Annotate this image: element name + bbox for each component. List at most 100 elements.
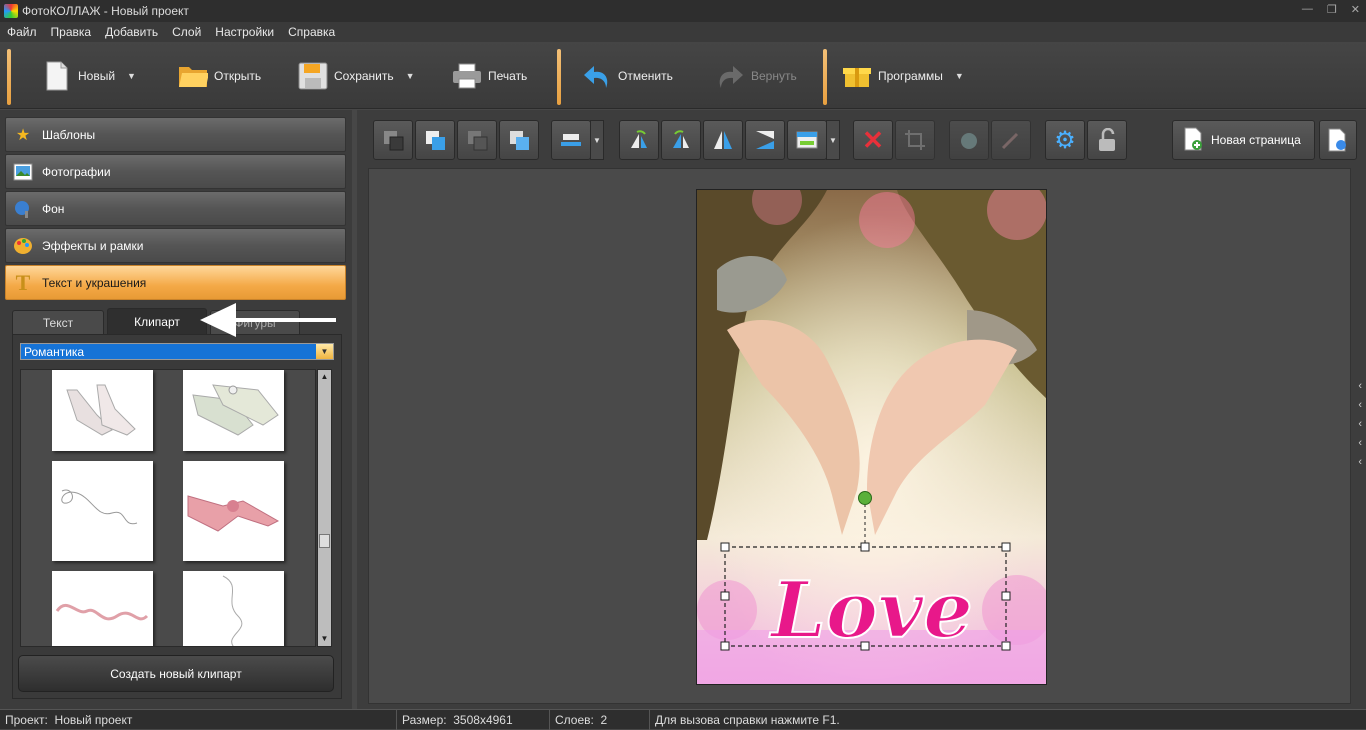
clipart-thumb-slippers[interactable] <box>183 370 284 451</box>
scroll-up-icon[interactable]: ▲ <box>318 370 331 384</box>
chevron-down-icon[interactable]: ▼ <box>406 71 415 81</box>
chevron-down-icon[interactable]: ▼ <box>590 120 604 160</box>
menu-layer[interactable]: Слой <box>172 25 201 39</box>
toolbar-separator <box>823 49 827 105</box>
send-backward-button[interactable] <box>457 120 497 160</box>
collage-photo[interactable]: Love <box>696 189 1047 685</box>
section-effects-frames[interactable]: Эффекты и рамки <box>5 228 346 263</box>
section-background[interactable]: Фон <box>5 191 346 226</box>
status-layers: Слоев: 2 <box>550 709 650 730</box>
main-toolbar: Новый ▼ Открыть Сохранить ▼ Печать Отмен… <box>0 42 1366 109</box>
status-size-label: Размер: <box>402 712 447 727</box>
fit-button[interactable] <box>787 120 827 160</box>
minimize-icon[interactable]: — <box>1302 3 1313 16</box>
section-templates[interactable]: ★ Шаблоны <box>5 117 346 152</box>
status-size-value: 3508x4961 <box>453 712 513 727</box>
status-project: Проект: Новый проект <box>0 709 397 730</box>
status-size: Размер: 3508x4961 <box>397 709 550 730</box>
gear-icon: ⚙ <box>1054 126 1076 154</box>
save-button[interactable]: Сохранить ▼ <box>298 52 415 100</box>
maximize-icon[interactable]: ❐ <box>1327 3 1337 16</box>
menu-add[interactable]: Добавить <box>105 25 158 39</box>
clipart-thumb-pink-bow[interactable] <box>183 461 284 561</box>
title-bar: ФотоКОЛЛАЖ - Новый проект — ❐ ✕ <box>0 0 1366 22</box>
new-button[interactable]: Новый ▼ <box>42 52 136 100</box>
chevron-down-icon[interactable]: ▼ <box>127 71 136 81</box>
printer-icon <box>452 61 482 91</box>
lock-button[interactable] <box>1087 120 1127 160</box>
menu-edit[interactable]: Правка <box>51 25 92 39</box>
chevron-down-icon[interactable]: ▼ <box>316 344 333 359</box>
redo-button[interactable]: Вернуть <box>715 52 797 100</box>
menu-bar: Файл Правка Добавить Слой Настройки Спра… <box>0 22 1366 42</box>
clipart-thumb-ribbon-sketch[interactable] <box>183 571 284 646</box>
programs-label: Программы <box>878 69 943 83</box>
tab-text[interactable]: Текст <box>12 310 104 334</box>
print-button[interactable]: Печать <box>452 52 527 100</box>
chevron-left-icon[interactable]: ‹ <box>1358 380 1362 392</box>
chevron-down-icon[interactable]: ▼ <box>955 71 964 81</box>
delete-x-icon: ✕ <box>862 124 884 155</box>
scroll-down-icon[interactable]: ▼ <box>318 632 331 646</box>
effects-button[interactable] <box>949 120 989 160</box>
flip-horizontal-button[interactable] <box>703 120 743 160</box>
open-label: Открыть <box>214 69 262 83</box>
clipart-thumb-pink-ribbon[interactable] <box>52 571 153 646</box>
gift-box-icon <box>842 61 872 91</box>
text-t-icon: T <box>15 269 31 295</box>
chevron-left-icon[interactable]: ‹ <box>1358 418 1362 430</box>
settings-button[interactable]: ⚙ <box>1045 120 1085 160</box>
new-page-button[interactable]: Новая страница <box>1172 120 1315 160</box>
undo-icon <box>582 61 612 91</box>
page-settings-button[interactable] <box>1319 120 1357 160</box>
status-layers-label: Слоев: <box>555 712 594 727</box>
status-project-label: Проект: <box>5 712 48 727</box>
bring-to-front-button[interactable] <box>415 120 455 160</box>
svg-text:Love: Love <box>769 565 973 656</box>
category-select[interactable]: Романтика ▼ <box>20 343 334 360</box>
undo-button[interactable]: Отменить <box>582 52 673 100</box>
delete-button[interactable]: ✕ <box>853 120 893 160</box>
close-icon[interactable]: ✕ <box>1351 3 1360 16</box>
work-area: ▼ ▼ ✕ ⚙ Новая страница Love ‹ ‹ ‹ ‹ ‹ <box>357 110 1366 710</box>
bring-forward-button[interactable] <box>499 120 539 160</box>
category-value: Романтика <box>24 344 85 359</box>
rotate-right-button[interactable] <box>661 120 701 160</box>
align-button[interactable] <box>551 120 591 160</box>
app-logo-icon <box>4 4 18 18</box>
scroll-thumb[interactable] <box>319 534 330 548</box>
tab-clipart[interactable]: Клипарт <box>107 308 207 334</box>
chevron-down-icon[interactable]: ▼ <box>826 120 840 160</box>
magic-wand-button[interactable] <box>991 120 1031 160</box>
new-page-label: Новая страница <box>1211 133 1301 147</box>
clipart-thumb-ribbon-line[interactable] <box>52 461 153 561</box>
new-page-icon <box>1183 127 1203 154</box>
chevron-left-icon[interactable]: ‹ <box>1358 456 1362 468</box>
clipart-panel: Романтика ▼ ▲ ▼ <box>12 334 342 699</box>
create-clipart-button[interactable]: Создать новый клипарт <box>18 655 334 692</box>
programs-button[interactable]: Программы ▼ <box>842 52 964 100</box>
love-text[interactable]: Love <box>768 564 974 657</box>
menu-settings[interactable]: Настройки <box>215 25 274 39</box>
menu-help[interactable]: Справка <box>288 25 335 39</box>
clipart-thumb-shoes[interactable] <box>52 370 153 451</box>
crop-button[interactable] <box>895 120 935 160</box>
redo-label: Вернуть <box>751 69 797 83</box>
status-project-value: Новый проект <box>54 712 133 727</box>
redo-icon <box>715 61 745 91</box>
canvas-area: Love <box>368 168 1351 704</box>
status-layers-value: 2 <box>600 712 608 727</box>
section-photos[interactable]: Фотографии <box>5 154 346 189</box>
send-to-back-button[interactable] <box>373 120 413 160</box>
clipart-scrollbar[interactable]: ▲ ▼ <box>317 369 332 647</box>
rotate-left-button[interactable] <box>619 120 659 160</box>
toolbar-separator <box>557 49 561 105</box>
menu-file[interactable]: Файл <box>7 25 37 39</box>
status-bar: Проект: Новый проект Размер: 3508x4961 С… <box>0 709 1366 730</box>
section-label: Текст и украшения <box>42 275 147 290</box>
chevron-left-icon[interactable]: ‹ <box>1358 437 1362 449</box>
open-button[interactable]: Открыть <box>178 52 261 100</box>
section-text-decorations[interactable]: T Текст и украшения <box>5 265 346 300</box>
flip-vertical-button[interactable] <box>745 120 785 160</box>
chevron-left-icon[interactable]: ‹ <box>1358 399 1362 411</box>
